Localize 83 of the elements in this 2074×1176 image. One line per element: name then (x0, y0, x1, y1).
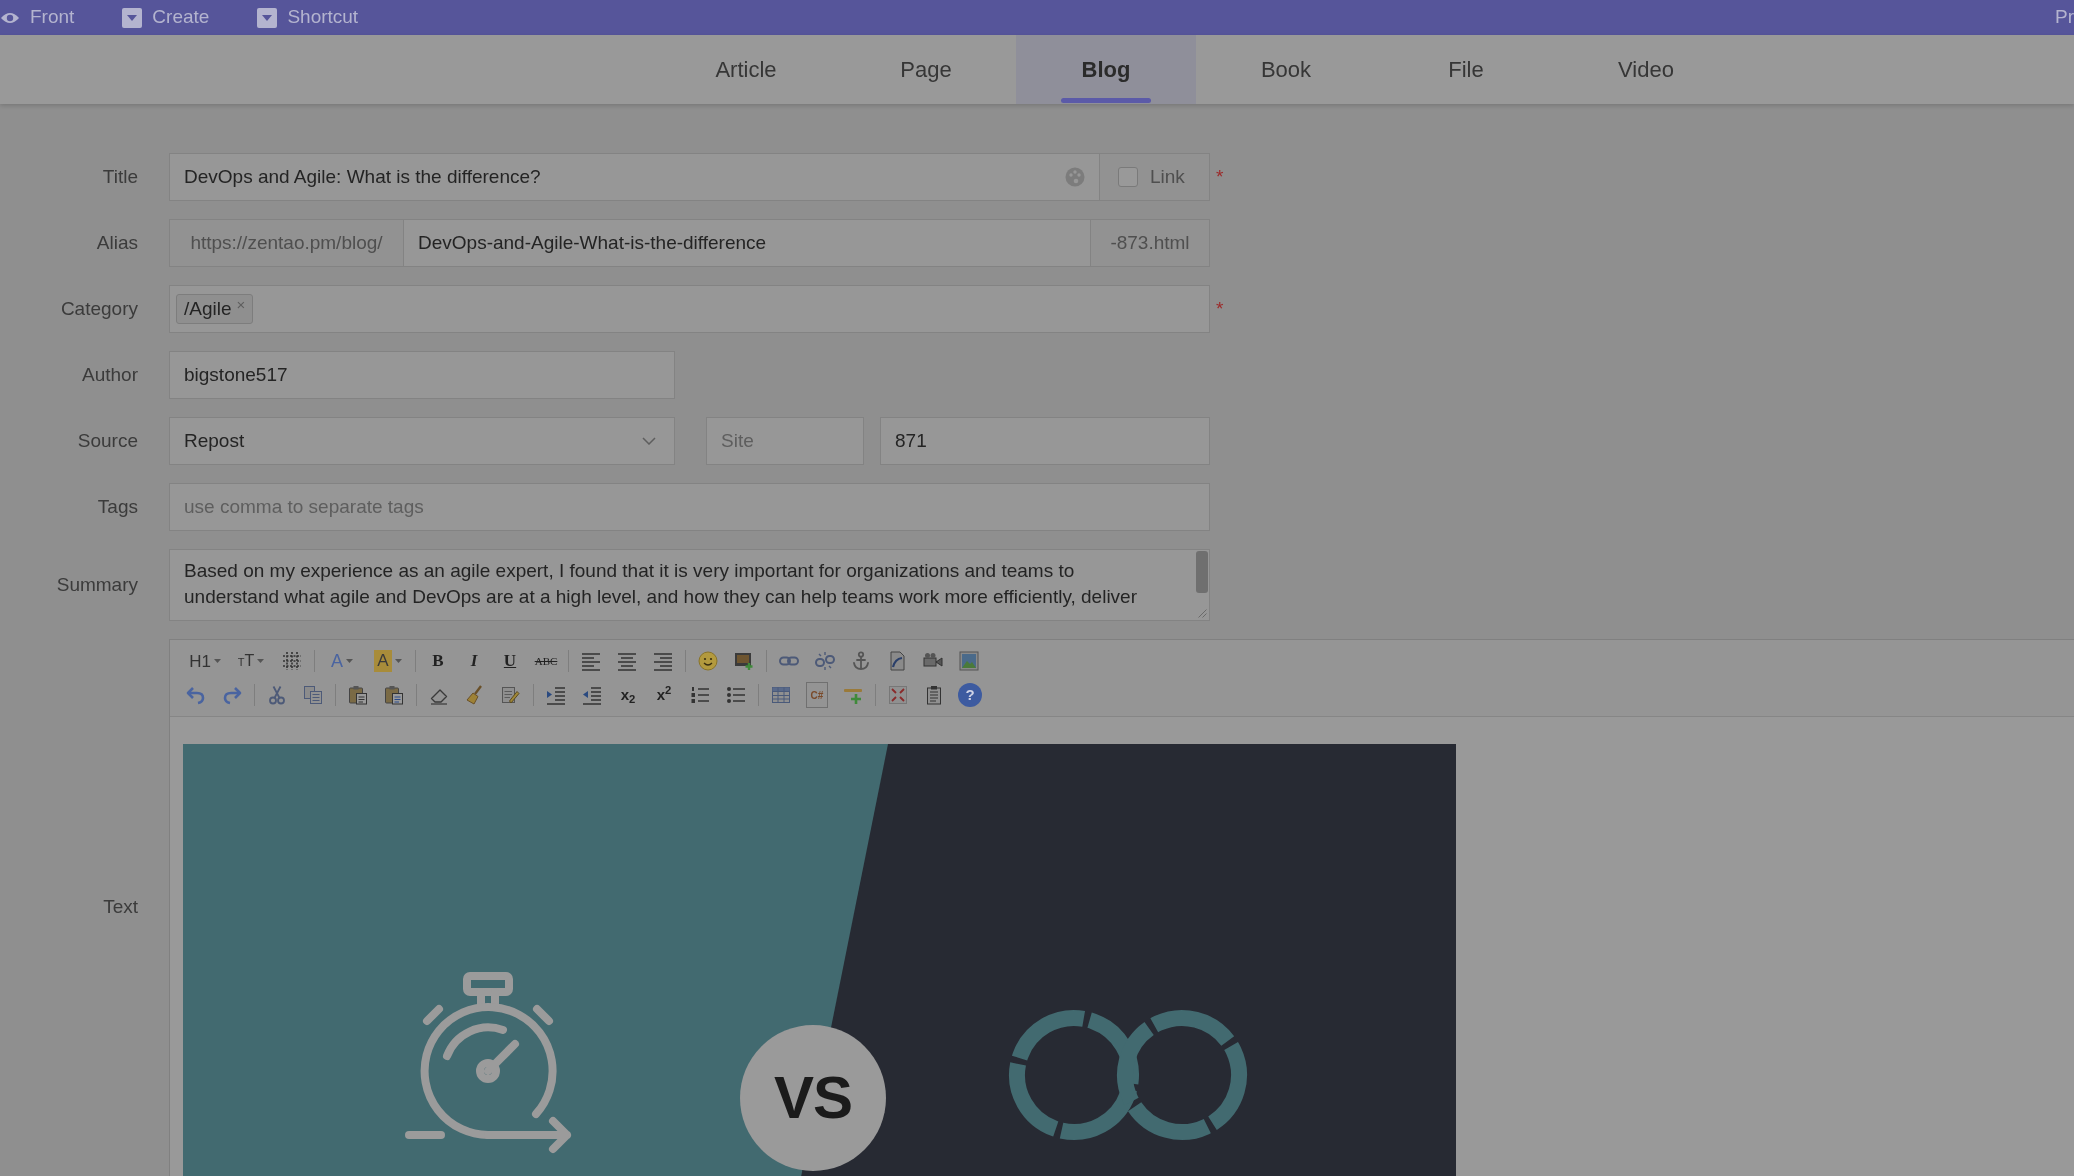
field-label: Summary (55, 572, 138, 597)
category-field[interactable]: /Agile × (169, 285, 1210, 333)
fullscreen-icon[interactable] (888, 685, 908, 705)
paste-word-icon[interactable] (384, 685, 404, 705)
nav-link[interactable]: Create (122, 3, 210, 32)
title-field[interactable]: DevOps and Agile: What is the difference? (169, 153, 1100, 201)
align-center-icon[interactable] (617, 651, 637, 671)
text-field[interactable]: 871 (880, 417, 1210, 465)
nav-link[interactable]: Front (0, 3, 75, 32)
chevron-down-icon (642, 437, 656, 445)
heading-button[interactable]: H1 (184, 647, 226, 675)
field-label: Text (102, 895, 138, 920)
tab[interactable]: Page (836, 35, 1016, 104)
field-label: Tags (96, 494, 138, 519)
source-select[interactable]: Repost (169, 417, 675, 465)
paste-text-icon[interactable] (348, 685, 368, 705)
font-size-button[interactable]: TT (230, 647, 272, 675)
align-left-icon[interactable] (581, 651, 601, 671)
link-checkbox[interactable] (1118, 167, 1138, 187)
undo-icon[interactable] (186, 685, 206, 705)
field-label: Alias (95, 230, 138, 255)
image-plus-icon[interactable] (734, 651, 754, 671)
copy-icon[interactable] (303, 685, 323, 705)
smiley-icon[interactable] (698, 651, 718, 671)
caret-square-icon[interactable] (257, 7, 278, 28)
required-mark: * (1216, 164, 1224, 189)
summary-field[interactable] (169, 549, 1210, 621)
align-right-icon[interactable] (653, 651, 673, 671)
swoosh-document-icon[interactable] (887, 651, 907, 671)
link-label: Link (1150, 164, 1185, 189)
bullet-list-icon[interactable] (726, 685, 746, 705)
site-field[interactable]: Site (706, 417, 864, 465)
resize-handle-icon[interactable] (1198, 609, 1207, 618)
line-spacing-icon[interactable] (282, 651, 302, 671)
url-suffix: -873.html (1091, 219, 1210, 267)
tag-label: /Agile (184, 297, 232, 321)
rich-text-editor[interactable]: H1 TT A A B I U ABC x$_{2}$ x$^{2}$ C# ? VS (169, 639, 2074, 1176)
clipboard-icon[interactable] (924, 685, 944, 705)
document-pencil-icon[interactable] (501, 685, 521, 705)
indent-icon[interactable] (546, 685, 566, 705)
underline-button[interactable]: U (494, 647, 526, 675)
scrollbar-thumb[interactable] (1196, 551, 1208, 593)
caret-icon[interactable] (257, 659, 265, 663)
text-field[interactable]: bigstone517 (169, 351, 675, 399)
strikethrough-button[interactable]: ABC (530, 647, 562, 675)
anchor-icon[interactable] (851, 651, 871, 671)
tab[interactable]: File (1376, 35, 1556, 104)
required-mark: * (1216, 296, 1224, 321)
caret-icon[interactable] (346, 659, 353, 663)
redo-icon[interactable] (222, 685, 242, 705)
url-prefix: https://zentao.pm/blog/ (169, 219, 403, 267)
text-field[interactable]: use comma to separate tags (169, 483, 1210, 531)
nav-link[interactable]: Pr (2055, 3, 2074, 32)
code-button[interactable]: C# (806, 682, 828, 708)
italic-button[interactable]: I (458, 647, 490, 675)
field-label: Author (81, 362, 138, 387)
unlink-icon[interactable] (815, 651, 835, 671)
bold-button[interactable]: B (422, 647, 454, 675)
summary-text: Based on my experience as an agile expert, I found that it is very important for organizations and teams to understand what agile and DevOps are at a high level, and how they can help teams work more efficiently, deliver (184, 559, 1137, 609)
field-label: Source (76, 428, 138, 453)
infinity-loop-icon (1008, 1008, 1248, 1142)
subscript-button[interactable]: x$_{2}$ (612, 681, 644, 709)
tab[interactable]: Article (656, 35, 836, 104)
outdent-icon[interactable] (582, 685, 602, 705)
picture-icon[interactable] (959, 651, 979, 671)
field-label: Category (59, 296, 138, 321)
highlight-button[interactable]: A (367, 647, 409, 675)
superscript-button[interactable]: x$^{2}$ (648, 681, 680, 709)
nav-link[interactable]: Shortcut (257, 3, 359, 32)
alias-field[interactable]: DevOps-and-Agile-What-is-the-difference (403, 219, 1091, 267)
caret-icon[interactable] (213, 659, 221, 663)
tab[interactable]: Book (1196, 35, 1376, 104)
scissors-icon[interactable] (267, 685, 287, 705)
tab[interactable]: Video (1556, 35, 1736, 104)
field-label: Title (101, 164, 138, 189)
brush-icon[interactable] (465, 685, 485, 705)
caret-square-icon[interactable] (122, 7, 143, 28)
eye-icon[interactable] (0, 10, 20, 25)
table-icon[interactable] (771, 685, 791, 705)
numbered-list-icon[interactable] (690, 685, 710, 705)
help-button[interactable]: ? (958, 683, 982, 707)
tab[interactable]: Blog (1016, 35, 1196, 104)
caret-icon[interactable] (394, 659, 402, 663)
